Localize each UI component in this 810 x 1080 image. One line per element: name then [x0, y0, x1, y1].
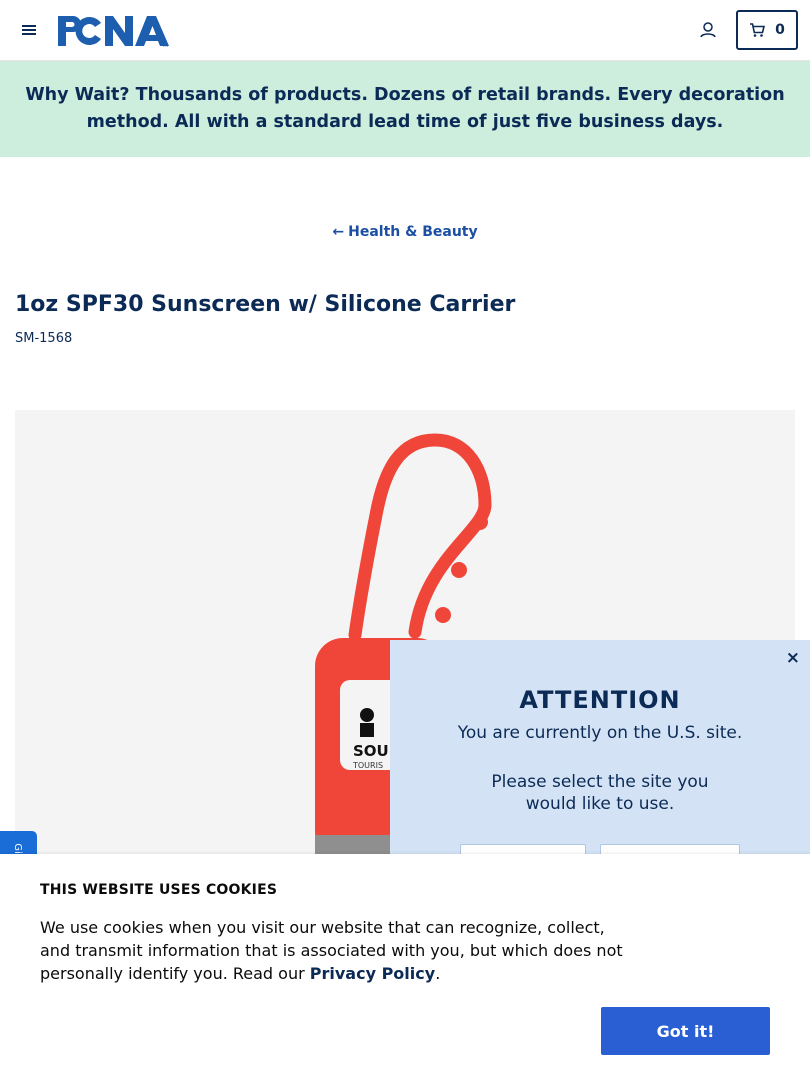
- cookie-title: THIS WEBSITE USES COOKIES: [40, 882, 278, 898]
- hamburger-menu-icon[interactable]: [20, 20, 38, 40]
- promo-body: Thousands of products. Dozens of retail …: [86, 85, 785, 132]
- cart-icon: [750, 23, 766, 37]
- modal-select-text-1: Please select the site you: [491, 772, 709, 792]
- arrow-left-icon: ←: [332, 224, 345, 240]
- account-icon[interactable]: [697, 19, 719, 41]
- cookie-text: We use cookies when you visit our websit…: [40, 916, 630, 985]
- promo-lead: Why Wait?: [25, 85, 130, 105]
- cookie-banner: THIS WEBSITE USES COOKIES We use cookies…: [0, 854, 810, 1080]
- product-title: 1oz SPF30 Sunscreen w/ Silicone Carrier: [15, 292, 516, 317]
- site-header: TM 0: [0, 0, 810, 61]
- breadcrumb[interactable]: ← Health & Beauty: [0, 224, 810, 240]
- promo-text: Why Wait? Thousands of products. Dozens …: [14, 82, 796, 136]
- privacy-policy-link[interactable]: Privacy Policy: [310, 964, 435, 983]
- modal-current-site-text: You are currently on the U.S. site.: [457, 723, 743, 743]
- site-select-modal: × ATTENTION You are currently on the U.S…: [390, 640, 810, 878]
- modal-select-text-2: would like to use.: [525, 794, 675, 814]
- promo-banner: Why Wait? Thousands of products. Dozens …: [0, 61, 810, 157]
- close-icon[interactable]: ×: [786, 648, 800, 668]
- feedback-tab-label: Gi: [11, 843, 23, 854]
- cart-count: 0: [775, 22, 785, 38]
- imprint-logo-text: SOU: [353, 742, 389, 760]
- breadcrumb-link[interactable]: Health & Beauty: [348, 224, 477, 240]
- pcna-logo[interactable]: TM: [57, 14, 177, 48]
- got-it-button[interactable]: Got it!: [601, 1007, 770, 1055]
- modal-title: ATTENTION: [519, 686, 681, 714]
- imprint-logo-subtext: TOURIS: [352, 761, 383, 770]
- svg-text:TM: TM: [161, 43, 168, 48]
- cookie-suffix: .: [435, 964, 441, 983]
- product-sku: SM-1568: [15, 331, 73, 346]
- cart-button[interactable]: 0: [736, 10, 798, 50]
